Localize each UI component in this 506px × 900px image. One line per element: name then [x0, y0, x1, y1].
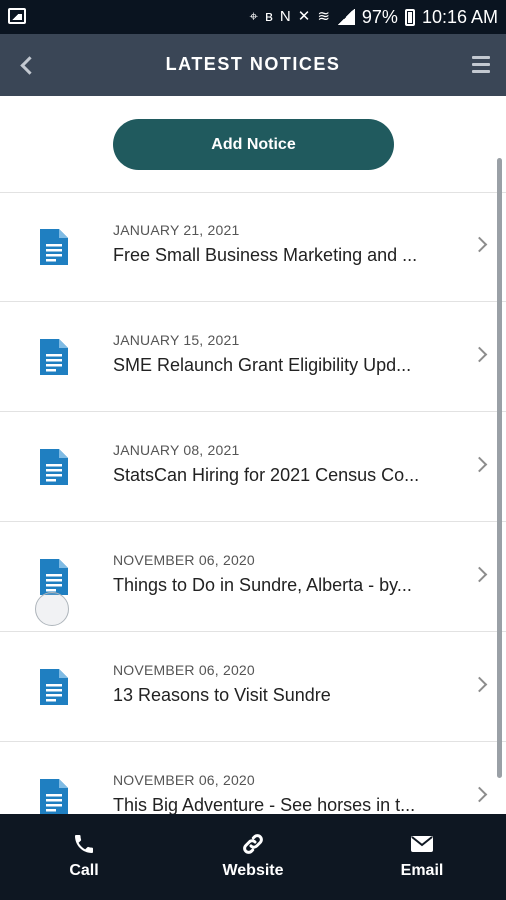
status-bar: ⌖ ʙ N ✕ ≋ 97% 10:16 AM — [0, 0, 506, 34]
notice-date: JANUARY 15, 2021 — [113, 332, 240, 348]
notice-title: Things to Do in Sundre, Alberta - by... — [113, 575, 412, 595]
notice-title: This Big Adventure - See horses in t... — [113, 795, 416, 815]
document-icon — [40, 449, 68, 485]
notice-date: JANUARY 08, 2021 — [113, 442, 240, 458]
website-label: Website — [222, 862, 284, 879]
status-icons: ⌖ ʙ N ✕ ≋ 97% 10:16 AM — [249, 6, 498, 28]
document-icon — [40, 669, 68, 705]
chevron-right-icon — [474, 457, 490, 473]
battery-percent: 97% — [361, 6, 398, 27]
touch-ripple — [35, 592, 69, 626]
email-button[interactable]: Email — [338, 814, 506, 900]
document-icon — [40, 779, 68, 815]
add-notice-button[interactable]: Add Notice — [113, 119, 394, 170]
chevron-right-icon — [474, 347, 490, 363]
notice-title: Free Small Business Marketing and ... — [113, 245, 418, 265]
clock: 10:16 AM — [421, 6, 498, 27]
chevron-right-icon — [474, 237, 490, 253]
notice-title: 13 Reasons to Visit Sundre — [113, 685, 331, 705]
scrollbar[interactable] — [497, 158, 502, 778]
notice-date: NOVEMBER 06, 2020 — [113, 772, 255, 788]
document-icon — [40, 229, 68, 265]
notice-row[interactable]: NOVEMBER 06, 2020 13 Reasons to Visit Sun… — [0, 633, 506, 742]
notice-row[interactable]: JANUARY 08, 2021 StatsCan Hiring for 2021… — [0, 413, 506, 522]
notice-date: NOVEMBER 06, 2020 — [113, 552, 255, 568]
notice-date: NOVEMBER 06, 2020 — [113, 662, 255, 678]
nfc-icon: N — [279, 8, 291, 25]
wifi-icon: ≋ — [317, 8, 330, 25]
chevron-right-icon — [474, 677, 490, 693]
page-title: LATEST NOTICES — [165, 54, 341, 74]
notice-row[interactable]: JANUARY 15, 2021 SME Relaunch Grant Eligi… — [0, 303, 506, 412]
chevron-right-icon — [474, 567, 490, 583]
mute-icon: ✕ — [297, 8, 311, 25]
hamburger-menu-icon[interactable] — [472, 56, 490, 73]
notice-title: SME Relaunch Grant Eligibility Upd... — [113, 355, 412, 375]
link-icon — [241, 832, 265, 856]
call-label: Call — [69, 862, 99, 879]
signal-icon — [336, 9, 355, 25]
notice-date: JANUARY 21, 2021 — [113, 222, 240, 238]
envelope-icon — [410, 832, 434, 856]
document-icon — [40, 339, 68, 375]
notice-list[interactable]: JANUARY 21, 2021 Free Small Business Mark… — [0, 192, 506, 815]
notice-row[interactable]: NOVEMBER 06, 2020 This Big Adventure - Se… — [0, 743, 506, 815]
notice-row[interactable]: NOVEMBER 06, 2020 Things to Do in Sundre,… — [0, 523, 506, 632]
website-button[interactable]: Website — [169, 814, 337, 900]
document-icon — [40, 559, 68, 595]
battery-icon — [404, 8, 415, 26]
gallery-notification-icon — [8, 8, 26, 24]
location-icon: ⌖ — [249, 8, 258, 25]
email-label: Email — [400, 862, 444, 879]
phone-icon — [72, 832, 96, 856]
notice-title: StatsCan Hiring for 2021 Census Co... — [113, 465, 420, 485]
notice-row[interactable]: JANUARY 21, 2021 Free Small Business Mark… — [0, 193, 506, 302]
bottom-nav: Call Website Email — [0, 814, 506, 900]
bluetooth-icon: ʙ — [264, 8, 273, 25]
app-header: LATEST NOTICES — [0, 34, 506, 96]
call-button[interactable]: Call — [0, 814, 168, 900]
chevron-right-icon — [474, 787, 490, 803]
